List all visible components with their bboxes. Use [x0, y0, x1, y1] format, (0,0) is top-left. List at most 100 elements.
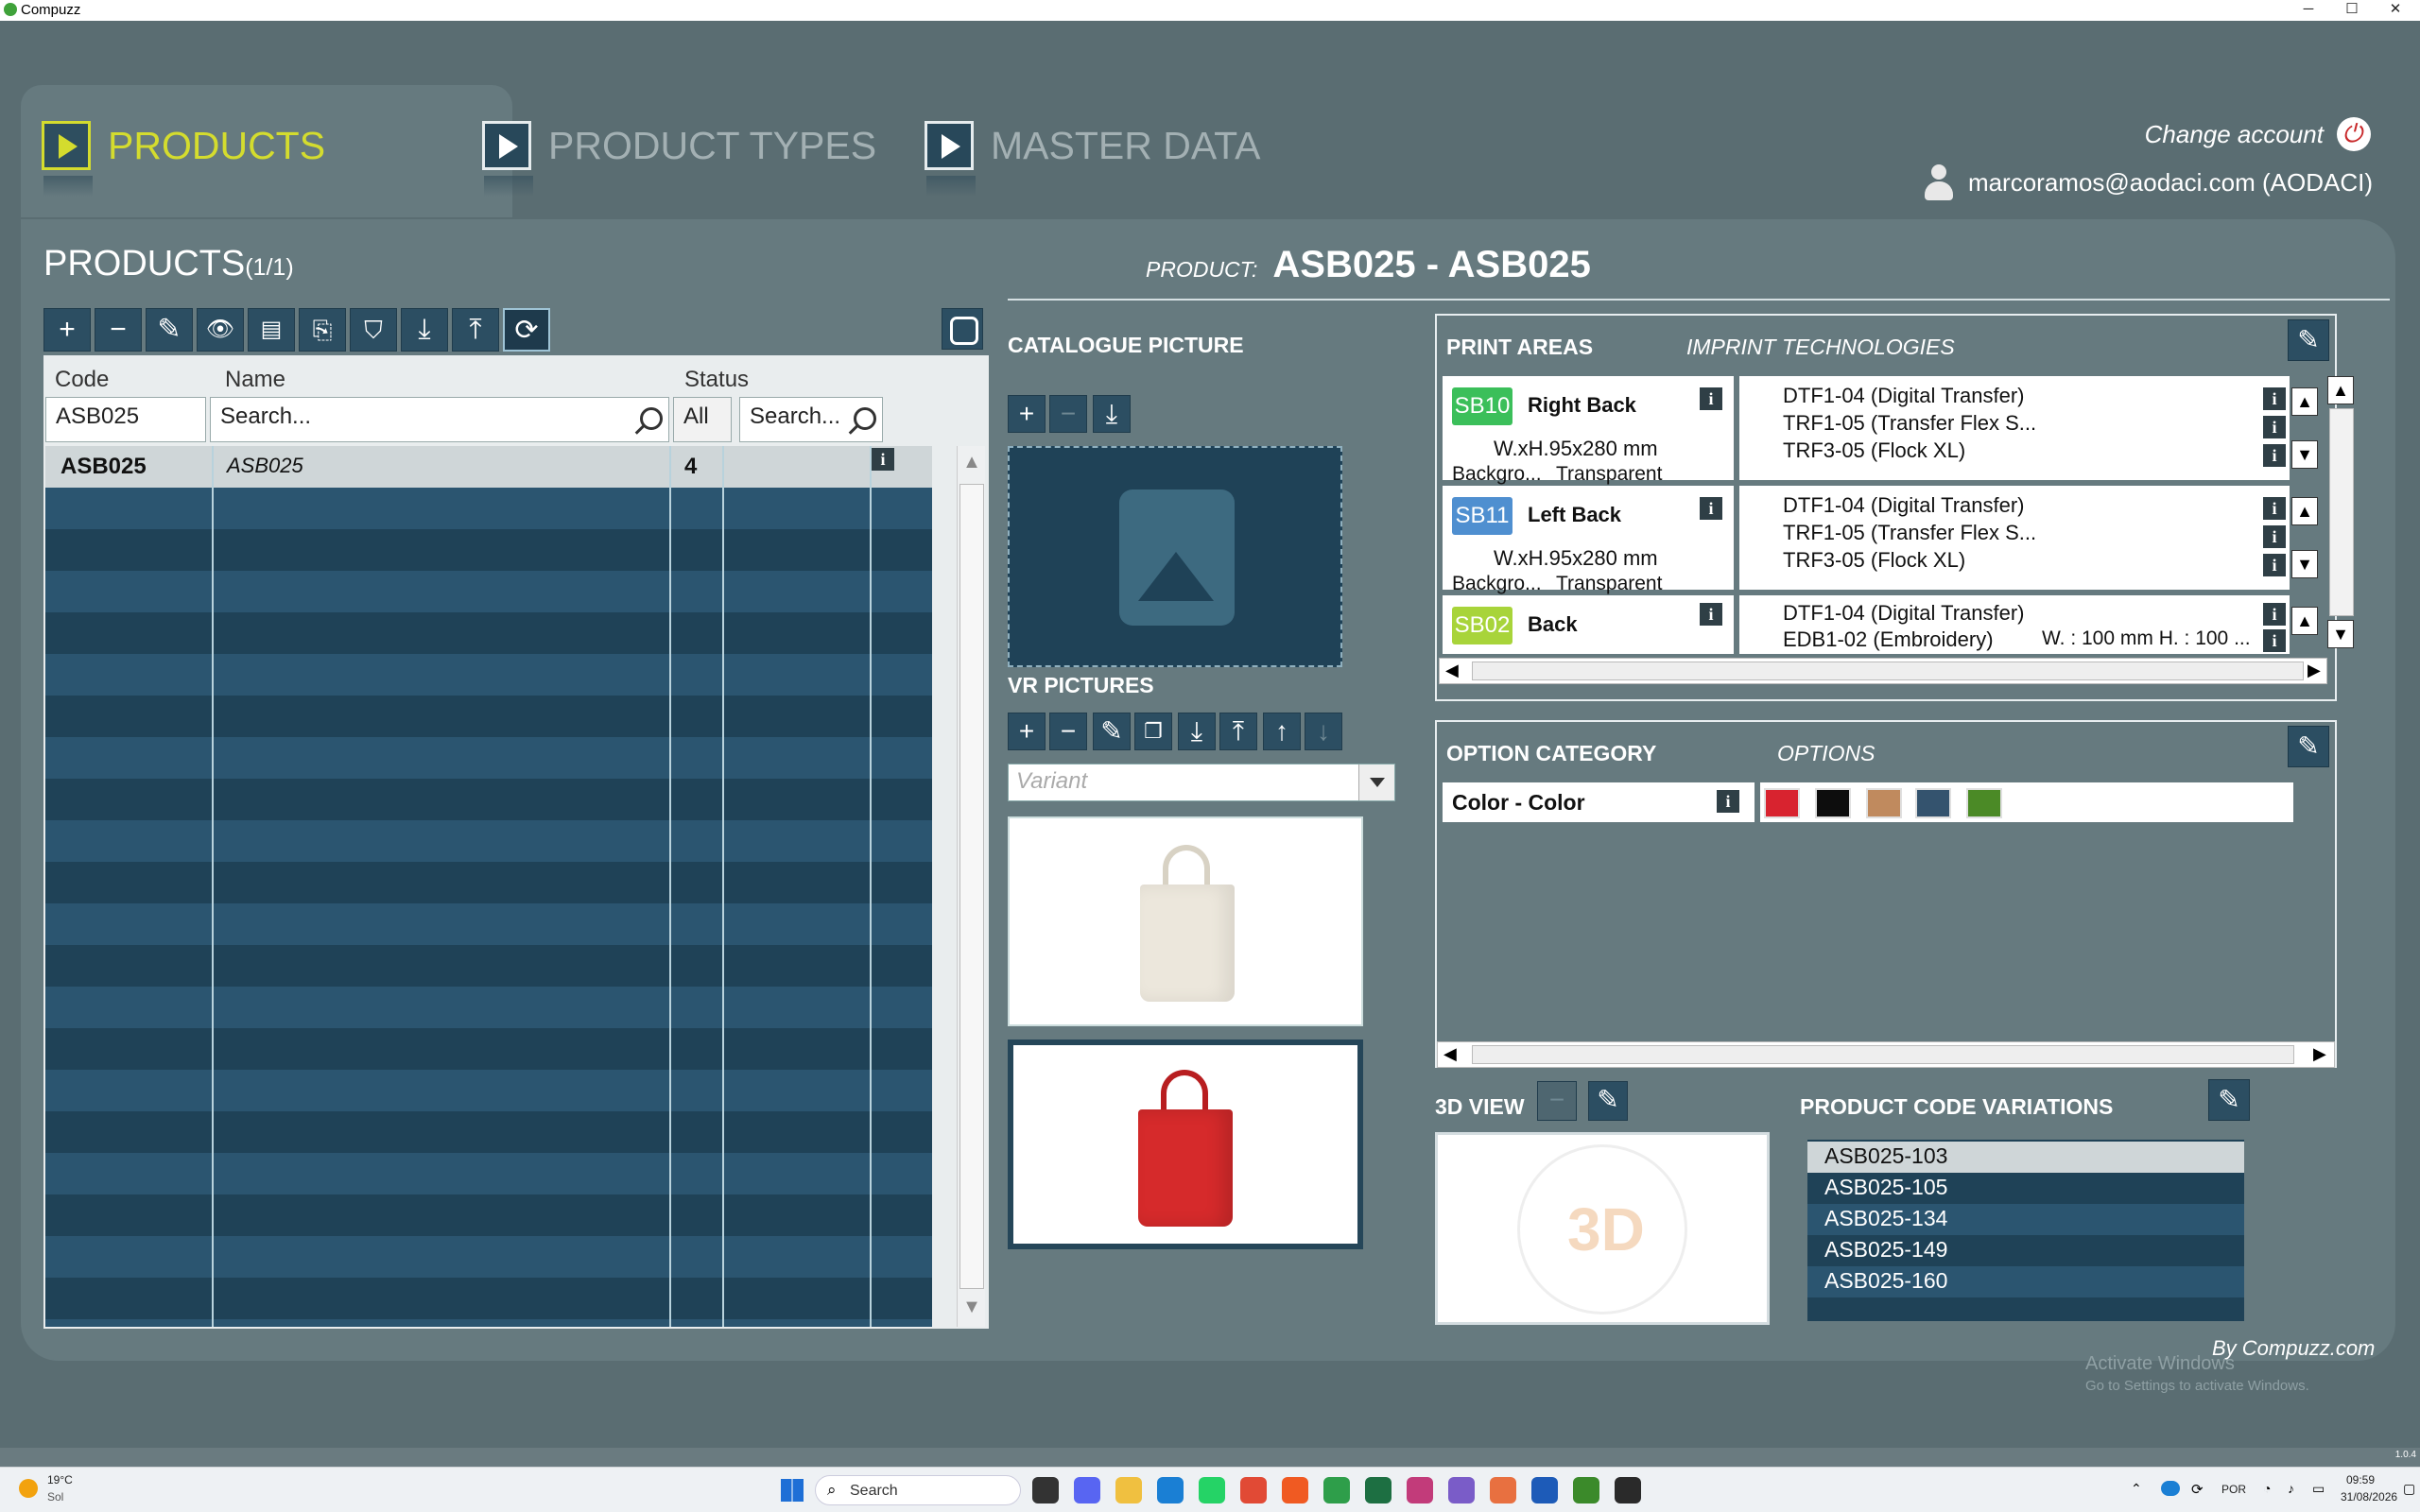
- collapse-panel-icon[interactable]: [942, 308, 983, 350]
- windows-start-icon[interactable]: [781, 1479, 804, 1502]
- scroll-thumb[interactable]: [959, 484, 984, 1289]
- search-icon[interactable]: [631, 404, 663, 436]
- table-row[interactable]: ASB025 ASB025 4 i: [45, 446, 932, 488]
- language-indicator[interactable]: POR: [2221, 1483, 2246, 1496]
- close-button[interactable]: ✕: [2373, 0, 2418, 21]
- add-icon[interactable]: +: [1008, 395, 1046, 433]
- minimize-button[interactable]: ─: [2286, 0, 2331, 21]
- vr-picture-thumbnail[interactable]: [1008, 816, 1363, 1026]
- chevron-up-icon[interactable]: ⌃: [2131, 1481, 2142, 1497]
- attachment-icon[interactable]: ⎘: [299, 308, 346, 352]
- app-icon-green[interactable]: [1323, 1477, 1350, 1503]
- list-item[interactable]: ASB025-160: [1807, 1266, 2244, 1297]
- tab-product-types[interactable]: PRODUCT TYPES: [482, 119, 876, 172]
- trello-icon[interactable]: [1531, 1477, 1558, 1503]
- scroll-thumb[interactable]: [1472, 662, 2304, 680]
- scroll-down-icon[interactable]: ▼: [2291, 440, 2318, 469]
- maximize-button[interactable]: ☐: [2329, 0, 2375, 21]
- upload-icon[interactable]: ⤒: [452, 308, 499, 352]
- clock-date[interactable]: 31/08/2026: [2341, 1490, 2397, 1503]
- edit-pencil-icon[interactable]: ✎: [2288, 319, 2329, 361]
- color-swatch-green[interactable]: [1966, 788, 2002, 818]
- taskbar-search-box[interactable]: ⌕ Search: [815, 1475, 1021, 1505]
- horizontal-scrollbar[interactable]: ◀ ▶: [1437, 1041, 2335, 1068]
- 3d-view-preview[interactable]: 3D: [1435, 1132, 1770, 1325]
- filter-icon[interactable]: ⛉: [350, 308, 397, 352]
- brave-icon[interactable]: [1282, 1477, 1308, 1503]
- column-header-name[interactable]: Name: [225, 367, 285, 393]
- move-up-icon[interactable]: ↑: [1263, 713, 1301, 750]
- info-icon[interactable]: i: [1700, 603, 1722, 626]
- scroll-down-icon[interactable]: ▼: [2291, 550, 2318, 578]
- code-filter-input[interactable]: ASB025: [45, 397, 206, 442]
- info-icon[interactable]: i: [2263, 525, 2286, 548]
- scroll-up-icon[interactable]: ▲: [2291, 497, 2318, 525]
- status-filter-select[interactable]: All: [673, 397, 732, 442]
- catalogue-picture-placeholder[interactable]: [1008, 446, 1342, 667]
- list-item[interactable]: ASB025-105: [1807, 1173, 2244, 1204]
- edit-pencil-icon[interactable]: ✎: [146, 308, 193, 352]
- discord-icon[interactable]: [1074, 1477, 1100, 1503]
- power-icon[interactable]: [2337, 117, 2371, 151]
- info-icon[interactable]: i: [2263, 416, 2286, 438]
- scroll-left-icon[interactable]: ◀: [1445, 661, 1459, 680]
- info-icon[interactable]: i: [2263, 444, 2286, 467]
- color-swatch-black[interactable]: [1815, 788, 1851, 818]
- color-swatch-red[interactable]: [1764, 788, 1800, 818]
- scroll-right-icon[interactable]: ▶: [2313, 1044, 2326, 1064]
- chevron-down-icon[interactable]: [1358, 765, 1394, 800]
- print-area-item[interactable]: SB02 Back i: [1443, 595, 1734, 654]
- view-eye-icon[interactable]: 👁: [197, 308, 244, 352]
- column-header-code[interactable]: Code: [55, 367, 109, 393]
- add-icon[interactable]: +: [43, 308, 91, 352]
- info-icon[interactable]: i: [2263, 629, 2286, 652]
- name-search-input[interactable]: Search...: [210, 397, 669, 442]
- scroll-up-icon[interactable]: ▲: [2291, 607, 2318, 635]
- tab-master-data[interactable]: MASTER DATA: [925, 119, 1261, 172]
- edit-pencil-icon[interactable]: ✎: [1588, 1081, 1628, 1121]
- option-category-item[interactable]: Color - Color i: [1443, 782, 1754, 822]
- download-icon[interactable]: ⤓: [401, 308, 448, 352]
- edit-pencil-icon[interactable]: ✎: [2208, 1079, 2250, 1121]
- scroll-thumb[interactable]: [2329, 408, 2354, 616]
- info-icon[interactable]: i: [1717, 790, 1739, 813]
- app-icon-orange[interactable]: [1490, 1477, 1516, 1503]
- refresh-icon[interactable]: ⟳: [503, 308, 550, 352]
- color-swatch-tan[interactable]: [1866, 788, 1902, 818]
- scroll-up-icon[interactable]: ▲: [2291, 387, 2318, 416]
- terminal-icon[interactable]: [1615, 1477, 1641, 1503]
- battery-icon[interactable]: ▭: [2312, 1481, 2325, 1497]
- scroll-thumb[interactable]: [1472, 1045, 2294, 1064]
- chrome-icon[interactable]: [1240, 1477, 1267, 1503]
- download-icon[interactable]: ⤓: [1178, 713, 1216, 750]
- notepad-icon[interactable]: [1573, 1477, 1599, 1503]
- extra-search-input[interactable]: Search...: [739, 397, 883, 442]
- print-area-item[interactable]: SB11 Left Back i W.xH.95x280 mm Backgro.…: [1443, 486, 1734, 594]
- scroll-right-icon[interactable]: ▶: [2308, 661, 2321, 680]
- outlook-icon[interactable]: [1157, 1477, 1184, 1503]
- scroll-up-icon[interactable]: ▲: [961, 452, 982, 472]
- scroll-up-icon[interactable]: ▲: [2327, 376, 2354, 404]
- add-icon[interactable]: +: [1008, 713, 1046, 750]
- remove-icon[interactable]: −: [1049, 713, 1087, 750]
- list-item[interactable]: ASB025-149: [1807, 1235, 2244, 1266]
- onedrive-icon[interactable]: [2161, 1481, 2180, 1496]
- change-account-link[interactable]: Change account: [2145, 117, 2371, 151]
- weather-icon[interactable]: [19, 1479, 38, 1498]
- info-icon[interactable]: i: [1700, 387, 1722, 410]
- print-area-item[interactable]: SB10 Right Back i W.xH.95x280 mm Backgro…: [1443, 376, 1734, 485]
- task-view-icon[interactable]: [1032, 1477, 1059, 1503]
- volume-icon[interactable]: ♪: [2288, 1481, 2294, 1496]
- horizontal-scrollbar[interactable]: ◀ ▶: [1439, 658, 2327, 684]
- column-header-status[interactable]: Status: [684, 367, 749, 393]
- notifications-icon[interactable]: ▢: [2403, 1481, 2415, 1497]
- whatsapp-icon[interactable]: [1199, 1477, 1225, 1503]
- copy-icon[interactable]: ❐: [1134, 713, 1172, 750]
- scroll-left-icon[interactable]: ◀: [1443, 1044, 1457, 1064]
- file-explorer-icon[interactable]: [1115, 1477, 1142, 1503]
- compuzz-taskbar-icon[interactable]: [1407, 1477, 1433, 1503]
- remove-icon[interactable]: −: [95, 308, 142, 352]
- variant-select[interactable]: Variant: [1008, 764, 1395, 801]
- vr-picture-thumbnail-selected[interactable]: [1008, 1040, 1363, 1249]
- info-icon[interactable]: i: [872, 448, 894, 471]
